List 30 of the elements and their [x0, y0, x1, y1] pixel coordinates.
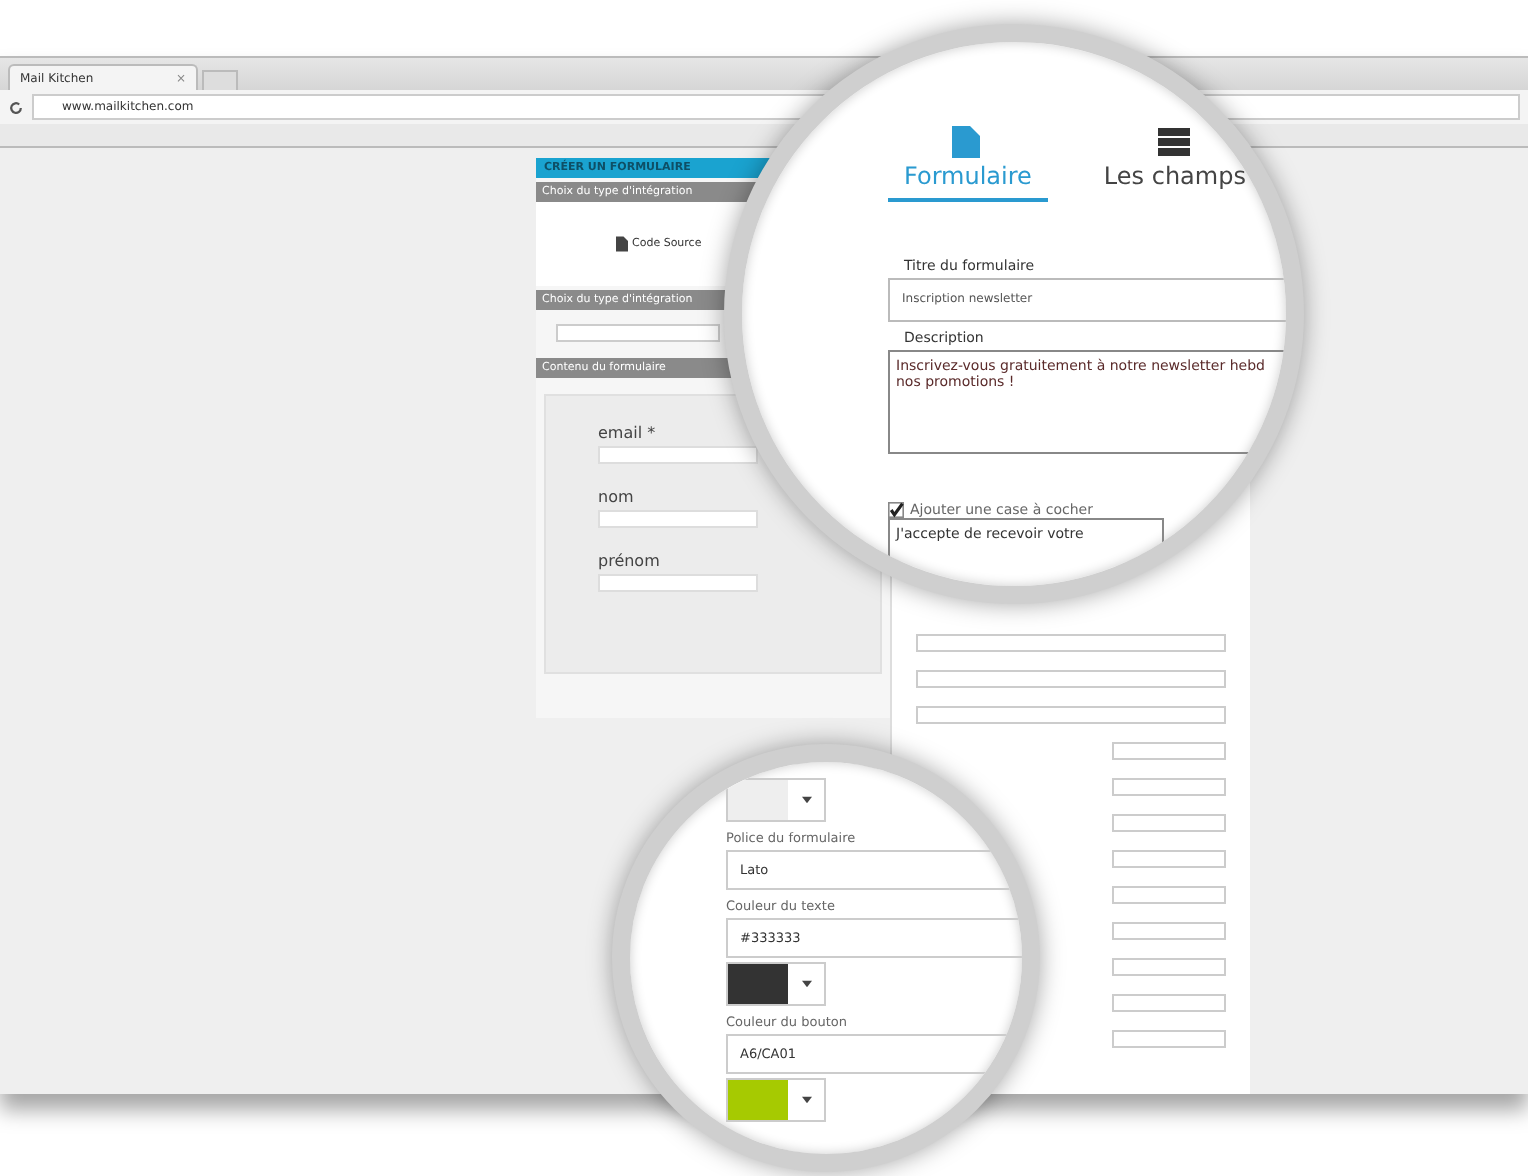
input-field[interactable]	[1112, 1030, 1226, 1048]
input-field[interactable]	[1112, 886, 1226, 904]
input-field[interactable]	[916, 634, 1226, 652]
checkbox[interactable]	[888, 502, 904, 518]
list-icon	[1154, 122, 1195, 162]
caret-icon	[801, 980, 811, 988]
input-field[interactable]	[598, 446, 758, 464]
input-field[interactable]	[1112, 922, 1226, 940]
tab[interactable]: Les champs	[1087, 122, 1262, 202]
input-field[interactable]	[598, 574, 758, 592]
field-label: prénom	[598, 552, 662, 570]
color-picker[interactable]	[726, 778, 826, 822]
select-field[interactable]	[556, 323, 720, 341]
file-icon	[616, 236, 628, 252]
caret-icon	[801, 796, 811, 804]
input-field[interactable]	[1112, 778, 1226, 796]
color-picker[interactable]	[726, 1078, 826, 1122]
input-field[interactable]	[916, 706, 1226, 724]
color-picker[interactable]	[726, 962, 826, 1006]
input-field[interactable]	[916, 670, 1226, 688]
input-field[interactable]	[598, 510, 758, 528]
input-field[interactable]	[1112, 742, 1226, 760]
reload-icon[interactable]	[8, 99, 24, 115]
input-field[interactable]	[1112, 958, 1226, 976]
input-field[interactable]	[1112, 814, 1226, 832]
input-field[interactable]	[1112, 850, 1226, 868]
field-label: nom	[598, 488, 636, 506]
field-label: email *	[598, 424, 658, 442]
new-tab-button[interactable]	[202, 70, 238, 90]
input-field[interactable]	[1112, 994, 1226, 1012]
